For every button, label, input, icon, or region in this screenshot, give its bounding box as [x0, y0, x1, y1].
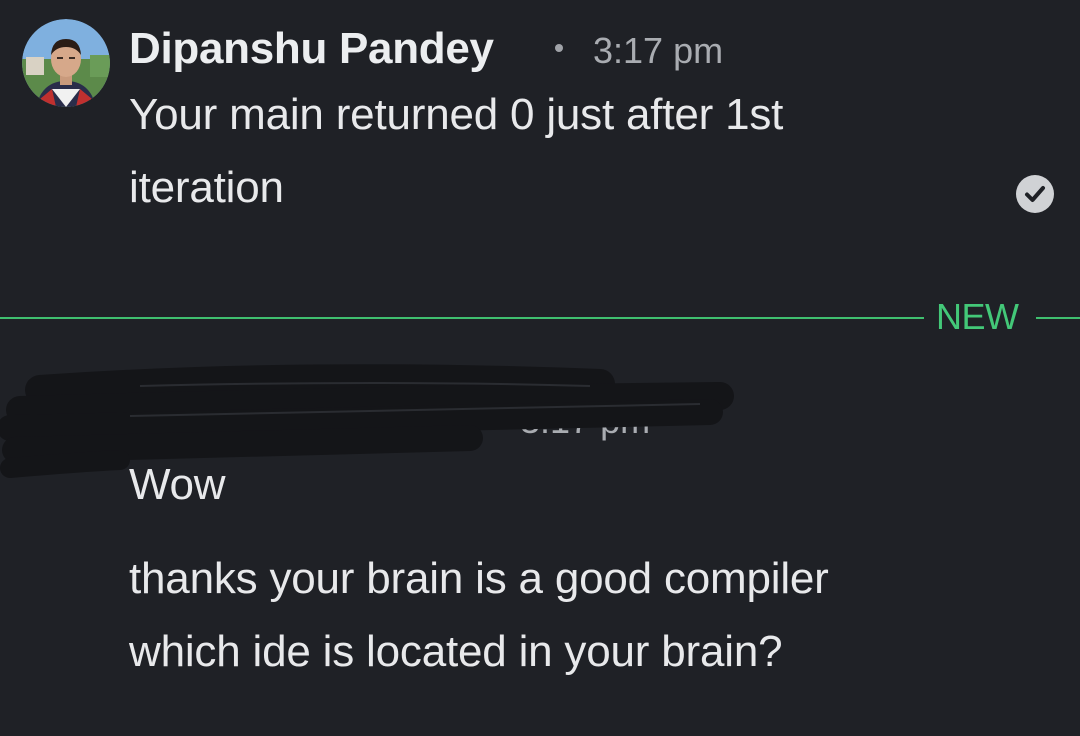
- message-line: Your main returned 0 just after 1st: [129, 90, 784, 139]
- message-body[interactable]: Wow: [129, 448, 929, 521]
- checkmark-glyph: [1025, 186, 1045, 202]
- message-timestamp: 3:17 pm: [593, 30, 724, 71]
- new-divider-line-left: [0, 317, 924, 319]
- chat-view: Dipanshu Pandey 3:17 pm Your main return…: [0, 0, 1080, 736]
- new-divider-line-right: [1036, 317, 1080, 319]
- message-author[interactable]: Dipanshu Pandey: [129, 24, 494, 74]
- message-line: which ide is located in your brain?: [129, 627, 783, 676]
- avatar[interactable]: [22, 19, 110, 107]
- separator-dot: [555, 44, 563, 52]
- message-body[interactable]: Your main returned 0 just after 1st iter…: [129, 78, 929, 224]
- avatar-photo: [22, 19, 110, 107]
- message-line: iteration: [129, 163, 284, 212]
- message-line: thanks your brain is a good compiler: [129, 554, 829, 603]
- new-messages-label: NEW: [936, 296, 1019, 337]
- check-circle-icon: [1016, 175, 1054, 213]
- message-body[interactable]: thanks your brain is a good compiler whi…: [129, 542, 929, 688]
